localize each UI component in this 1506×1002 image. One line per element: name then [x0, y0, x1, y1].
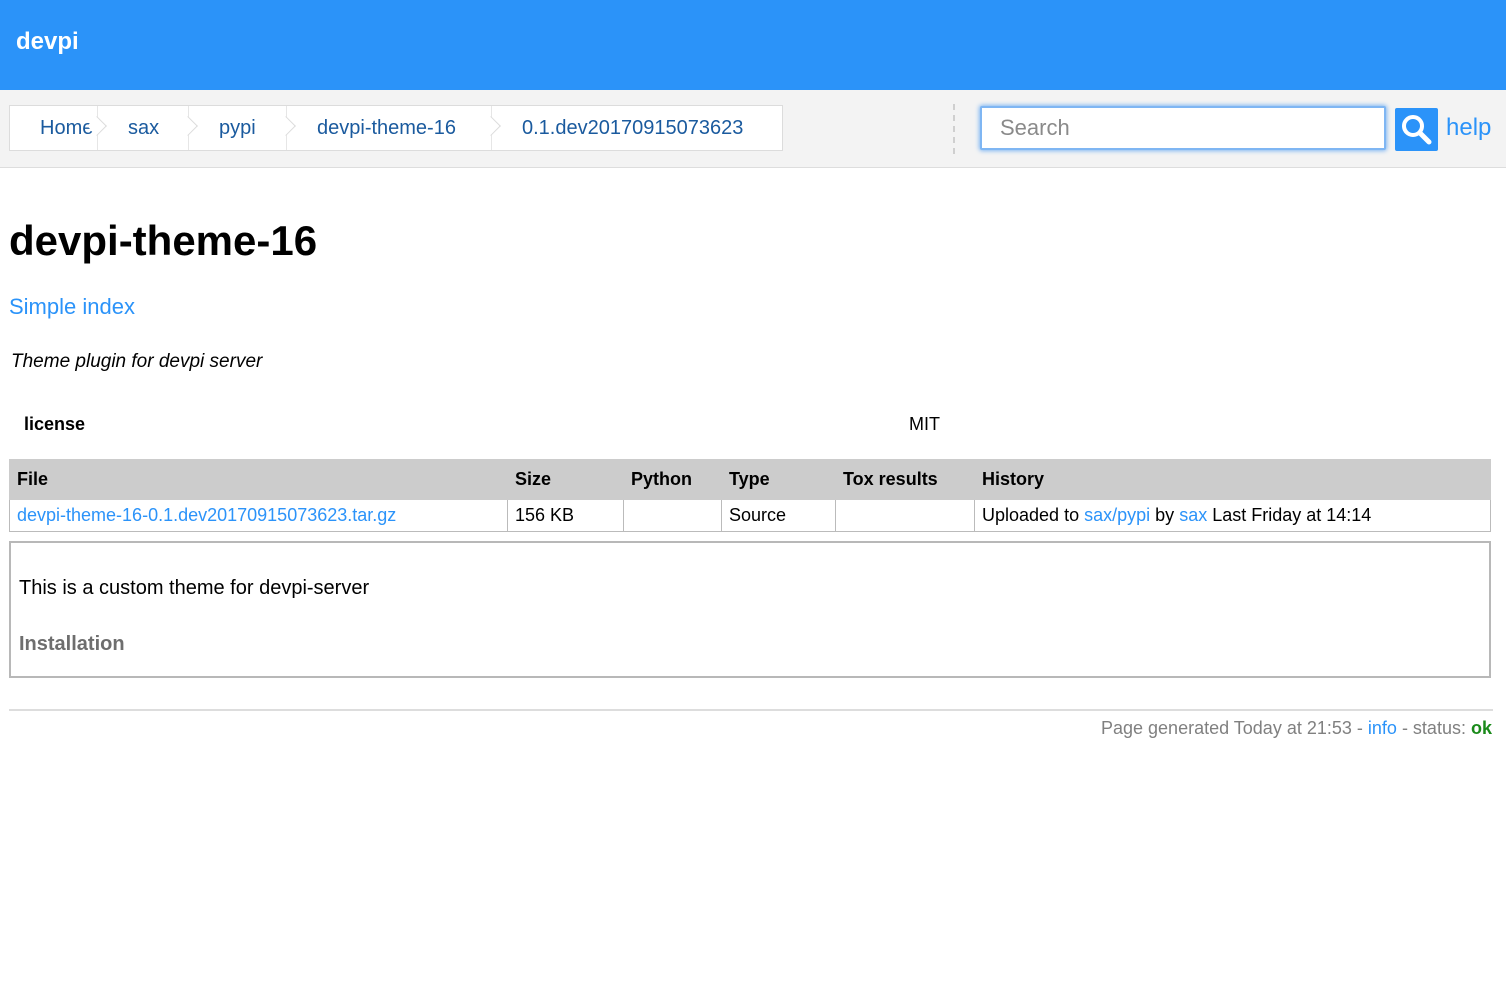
cell-history: Uploaded to sax/pypi by sax Last Friday …	[974, 499, 1491, 532]
breadcrumb-home[interactable]: Home	[10, 106, 107, 150]
footer-status-label: - status:	[1401, 718, 1466, 738]
column-header-type: Type	[721, 459, 836, 500]
breadcrumb: Home sax pypi devpi-theme-16 0.1.dev2017…	[9, 105, 783, 151]
search-button[interactable]	[1395, 108, 1438, 151]
table-header-row: File Size Python Type Tox results Histor…	[9, 459, 1491, 500]
footer-divider	[9, 709, 1493, 711]
column-header-history: History	[974, 459, 1491, 500]
nav-divider	[953, 104, 955, 154]
breadcrumb-user[interactable]: sax	[98, 106, 198, 150]
status-badge: ok	[1470, 718, 1492, 738]
table-row: devpi-theme-16-0.1.dev20170915073623.tar…	[9, 499, 1491, 532]
breadcrumb-index[interactable]: pypi	[189, 106, 296, 150]
history-when: Last Friday at 14:14	[1212, 505, 1372, 525]
cell-python	[623, 499, 722, 532]
metadata-key: license	[24, 414, 86, 434]
cell-file: devpi-theme-16-0.1.dev20170915073623.tar…	[9, 499, 508, 532]
description-heading: Installation	[19, 633, 125, 655]
column-header-python: Python	[623, 459, 722, 500]
description-text: This is a custom theme for devpi-server	[19, 577, 370, 599]
user-link[interactable]: sax	[1179, 505, 1207, 525]
files-table: File Size Python Type Tox results Histor…	[9, 459, 1491, 532]
footer-generated: Page generated Today at 21:53 -	[1101, 718, 1363, 738]
top-bar: devpi	[0, 0, 1506, 90]
breadcrumb-version[interactable]: 0.1.dev20170915073623	[492, 106, 782, 150]
file-link[interactable]: devpi-theme-16-0.1.dev20170915073623.tar…	[17, 505, 396, 525]
search-input[interactable]	[980, 106, 1386, 150]
project-description: This is a custom theme for devpi-server …	[9, 541, 1491, 678]
project-summary: Theme plugin for devpi server	[11, 351, 263, 372]
cell-type: Source	[721, 499, 836, 532]
help-link[interactable]: help	[1446, 114, 1491, 142]
history-by: by	[1155, 505, 1175, 525]
column-header-size: Size	[507, 459, 624, 500]
column-header-tox: Tox results	[835, 459, 975, 500]
search-icon	[1402, 115, 1432, 145]
metadata-value: MIT	[909, 414, 940, 434]
simple-index-link[interactable]: Simple index	[9, 294, 135, 320]
info-link[interactable]: info	[1368, 718, 1397, 738]
cell-size: 156 KB	[507, 499, 624, 532]
cell-tox	[835, 499, 975, 532]
footer: Page generated Today at 21:53 - info - s…	[1101, 718, 1492, 739]
index-link[interactable]: sax/pypi	[1084, 505, 1150, 525]
column-header-file: File	[9, 459, 508, 500]
history-prefix: Uploaded to	[982, 505, 1080, 525]
logo[interactable]: devpi	[16, 28, 79, 56]
breadcrumb-project[interactable]: devpi-theme-16	[287, 106, 501, 150]
page-title: devpi-theme-16	[9, 217, 318, 264]
